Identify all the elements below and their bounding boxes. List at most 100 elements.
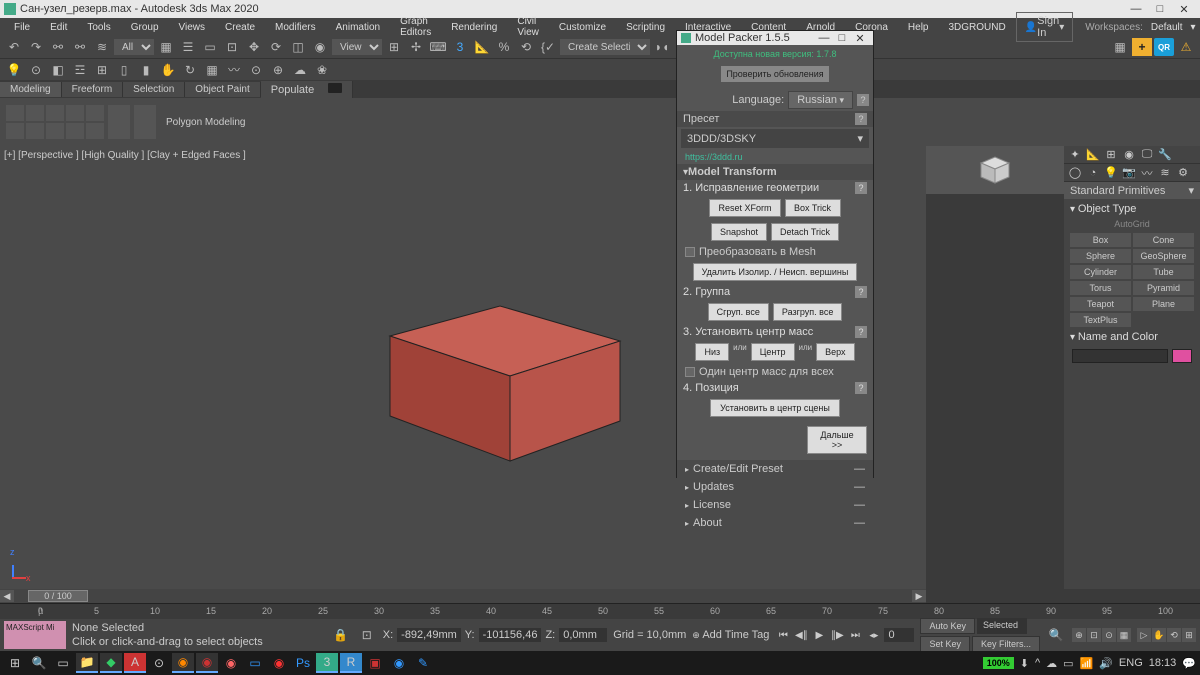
to-mesh-checkbox[interactable] xyxy=(685,247,695,257)
window-crossing-icon[interactable]: ⊡ xyxy=(222,38,242,56)
region-rect-icon[interactable]: ▭ xyxy=(200,38,220,56)
snap-toggle-icon[interactable]: 3 xyxy=(450,38,470,56)
obj-plane[interactable]: Plane xyxy=(1133,297,1194,311)
cameras-icon[interactable]: 📷 xyxy=(1122,166,1136,180)
unlink-icon[interactable]: ⚯ xyxy=(70,38,90,56)
search-icon[interactable]: 🔍 xyxy=(28,653,50,673)
top-button[interactable]: Верх xyxy=(816,343,854,361)
modal-maximize[interactable]: □ xyxy=(833,31,851,45)
help-icon[interactable]: ? xyxy=(855,182,867,194)
add-time-tag[interactable]: Add Time Tag xyxy=(702,629,769,641)
timeslider-next[interactable]: ▶ xyxy=(912,590,926,602)
maximize-button[interactable]: □ xyxy=(1148,0,1172,18)
app-icon[interactable]: ▭ xyxy=(244,653,266,673)
snapshot-button[interactable]: Snapshot xyxy=(711,223,767,241)
menu-civilview[interactable]: Civil View xyxy=(507,14,549,40)
menu-edit[interactable]: Edit xyxy=(40,20,77,35)
tool-icon[interactable]: ⊙ xyxy=(246,61,266,79)
ribbon-group-label[interactable]: Polygon Modeling xyxy=(160,115,252,130)
app-icon[interactable]: ◉ xyxy=(196,653,218,673)
section-about[interactable]: ▸About— xyxy=(677,514,873,532)
app-icon[interactable]: R xyxy=(340,653,362,673)
modal-close[interactable]: ✕ xyxy=(851,31,869,45)
percent-snap-icon[interactable]: % xyxy=(494,38,514,56)
menu-tools[interactable]: Tools xyxy=(77,20,120,35)
manipulate-icon[interactable]: ✢ xyxy=(406,38,426,56)
systems-icon[interactable]: ⚙ xyxy=(1176,166,1190,180)
time-ruler[interactable]: |\ 0510152025303540455055606570758085909… xyxy=(0,603,1200,619)
bind-icon[interactable]: ≋ xyxy=(92,38,112,56)
taskview-icon[interactable]: ▭ xyxy=(52,653,74,673)
display-tab-icon[interactable]: 🖵 xyxy=(1140,148,1154,162)
next-frame-icon[interactable]: ∥▶ xyxy=(829,627,845,643)
rib-btn[interactable] xyxy=(66,123,84,139)
name-color-rollout[interactable]: ▾ Name and Color xyxy=(1068,329,1196,345)
schematic-icon[interactable]: ▦ xyxy=(1110,38,1130,56)
scale-icon[interactable]: ◫ xyxy=(288,38,308,56)
menu-animation[interactable]: Animation xyxy=(326,20,390,35)
viewcube-icon[interactable] xyxy=(973,151,1017,189)
tool-icon[interactable]: ⊞ xyxy=(92,61,112,79)
tool-icon[interactable]: ❀ xyxy=(312,61,332,79)
motion-tab-icon[interactable]: ◉ xyxy=(1122,148,1136,162)
menu-modifiers[interactable]: Modifiers xyxy=(265,20,326,35)
menu-views[interactable]: Views xyxy=(169,20,216,35)
minimize-button[interactable]: — xyxy=(1124,0,1148,18)
edit-named-icon[interactable]: {✓ xyxy=(538,38,558,56)
rib-btn[interactable] xyxy=(134,105,156,139)
warning-icon[interactable]: ⚠ xyxy=(1176,38,1196,56)
obj-torus[interactable]: Torus xyxy=(1070,281,1131,295)
scene-box-object[interactable] xyxy=(360,266,640,466)
obj-cylinder[interactable]: Cylinder xyxy=(1070,265,1131,279)
help-icon[interactable]: ? xyxy=(857,94,869,106)
start-button[interactable]: ⊞ xyxy=(4,653,26,673)
color-swatch[interactable] xyxy=(1172,349,1192,363)
close-button[interactable]: ✕ xyxy=(1172,0,1196,18)
keyfilters-button[interactable]: Key Filters... xyxy=(972,636,1040,652)
app-icon[interactable]: ▣ xyxy=(364,653,386,673)
help-icon[interactable]: ? xyxy=(855,113,867,125)
preset-select[interactable]: 3DDD/3DSKY▾ xyxy=(681,129,869,148)
tool-icon[interactable]: ☁ xyxy=(290,61,310,79)
viewport-label[interactable]: [+] [Perspective ] [High Quality ] [Clay… xyxy=(4,150,246,161)
lock-icon[interactable]: 🔒 xyxy=(331,626,351,644)
obj-box[interactable]: Box xyxy=(1070,233,1131,247)
timeslider-handle[interactable]: 0 / 100 xyxy=(28,590,88,602)
search-icon[interactable]: 🔍 xyxy=(1046,626,1066,644)
volume-icon[interactable]: 🔊 xyxy=(1099,657,1113,670)
prev-frame-icon[interactable]: ◀∥ xyxy=(793,627,809,643)
nav-icon[interactable]: ▦ xyxy=(1117,628,1131,642)
rib-btn[interactable] xyxy=(26,123,44,139)
tool-icon[interactable]: ◧ xyxy=(48,61,68,79)
language-select[interactable]: Russian ▾ xyxy=(788,91,853,109)
coord-z[interactable]: 0,0mm xyxy=(559,628,607,642)
helpers-icon[interactable]: 〰 xyxy=(1140,166,1154,180)
select-name-icon[interactable]: ☰ xyxy=(178,38,198,56)
tray-icon[interactable]: ⬇ xyxy=(1020,657,1029,670)
goto-end-icon[interactable]: ⏭ xyxy=(847,627,863,643)
app-icon[interactable]: ◉ xyxy=(388,653,410,673)
reset-xform-button[interactable]: Reset XForm xyxy=(709,199,780,217)
move-icon[interactable]: ✥ xyxy=(244,38,264,56)
nav-icon[interactable]: ⊡ xyxy=(1087,628,1101,642)
obj-textplus[interactable]: TextPlus xyxy=(1070,313,1131,327)
menu-file[interactable]: File xyxy=(4,20,40,35)
section-license[interactable]: ▸License— xyxy=(677,496,873,514)
system-tray[interactable]: 100% ⬇ ^ ☁ ▭ 📶 🔊 ENG 18:13 💬 xyxy=(983,657,1196,670)
app-icon[interactable]: 3 xyxy=(316,653,338,673)
tool-icon[interactable]: ✋ xyxy=(158,61,178,79)
menu-3dground[interactable]: 3DGROUND xyxy=(938,20,1015,35)
tab-freeform[interactable]: Freeform xyxy=(62,82,124,97)
explorer-icon[interactable]: 📁 xyxy=(76,653,98,673)
nav-icon[interactable]: ⟲ xyxy=(1167,628,1181,642)
app-icon[interactable]: ⊙ xyxy=(148,653,170,673)
object-type-rollout[interactable]: ▾ Object Type xyxy=(1068,201,1196,217)
goto-start-icon[interactable]: ⏮ xyxy=(775,627,791,643)
timeslider-prev[interactable]: ◀ xyxy=(0,590,14,602)
time-slider[interactable]: ◀ 0 / 100 ▶ xyxy=(0,589,926,603)
obj-sphere[interactable]: Sphere xyxy=(1070,249,1131,263)
angle-snap-icon[interactable]: 📐 xyxy=(472,38,492,56)
coord-y[interactable]: -101156,46 xyxy=(479,628,542,642)
rotate-icon[interactable]: ⟳ xyxy=(266,38,286,56)
tool-icon[interactable]: 〰 xyxy=(224,61,244,79)
